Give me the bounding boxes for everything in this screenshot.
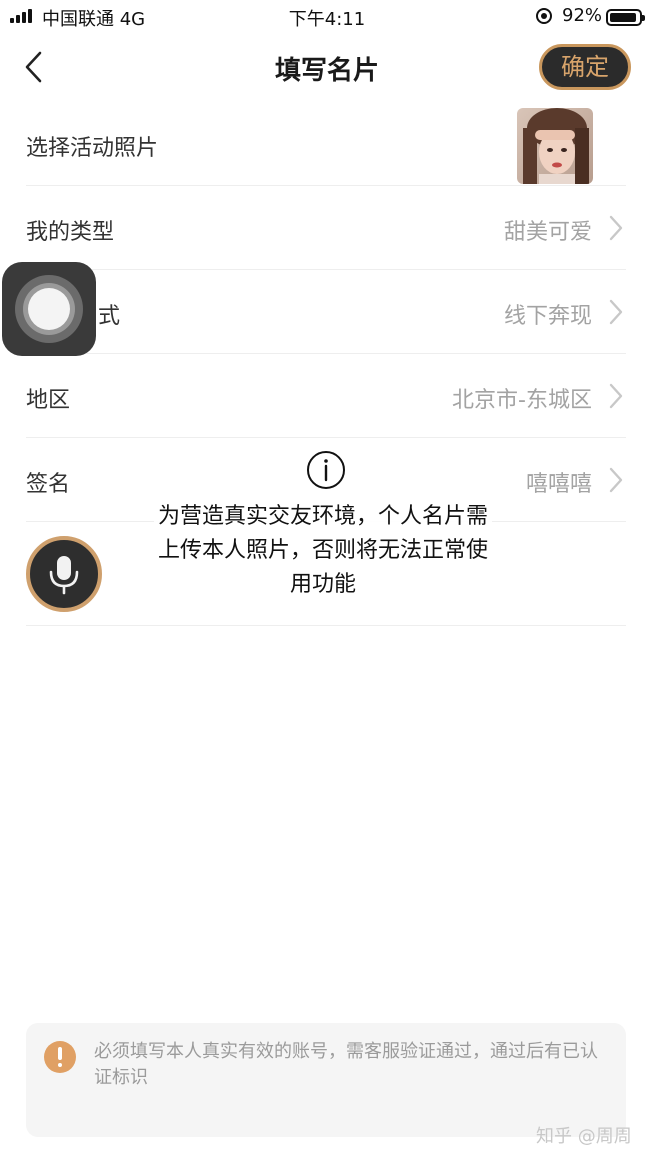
row-meet-method[interactable]: 式 线下奔现 xyxy=(26,270,626,354)
row-value-type: 甜美可爱 xyxy=(503,220,592,245)
status-bar: 中国联通 4G 下午4:11 92% xyxy=(0,0,654,34)
row-label-photo: 选择活动照片 xyxy=(26,136,159,161)
row-label-type: 我的类型 xyxy=(26,220,115,245)
row-my-type[interactable]: 我的类型 甜美可爱 xyxy=(26,186,626,270)
chevron-right-icon xyxy=(609,299,623,325)
confirm-button[interactable]: 确定 xyxy=(539,44,631,90)
chevron-right-icon xyxy=(609,467,623,493)
portrait-image xyxy=(517,108,593,184)
row-label-method: 式 xyxy=(98,304,121,329)
toast-text: 为营造真实交友环境，个人名片需上传本人照片，否则将无法正常使用功能 xyxy=(157,504,488,597)
warning-icon xyxy=(44,1041,76,1073)
row-label-region: 地区 xyxy=(26,388,71,413)
row-label-signature: 签名 xyxy=(26,472,71,497)
status-time: 下午4:11 xyxy=(288,9,366,30)
row-value-region: 北京市-东城区 xyxy=(452,388,592,413)
chevron-left-icon xyxy=(25,51,42,83)
microphone-icon xyxy=(49,556,79,595)
row-region[interactable]: 地区 北京市-东城区 xyxy=(26,354,626,438)
toast-message: 为营造真实交友环境，个人名片需上传本人照片，否则将无法正常使用功能 xyxy=(154,438,492,610)
row-value-signature: 嘻嘻嘻 xyxy=(525,472,592,497)
assistive-touch-icon xyxy=(15,275,83,343)
row-value-method: 线下奔现 xyxy=(503,304,592,329)
battery-fill xyxy=(610,13,636,22)
row-activity-photo[interactable]: 选择活动照片 xyxy=(26,102,626,186)
battery-icon xyxy=(606,9,645,26)
notice-text: 必须填写本人真实有效的账号，需客服验证通过，通过后有已认证标识 xyxy=(94,1041,598,1088)
verification-notice: 必须填写本人真实有效的账号，需客服验证通过，通过后有已认证标识 xyxy=(26,1023,626,1137)
back-button[interactable] xyxy=(20,50,50,84)
chevron-right-icon xyxy=(609,383,623,409)
nav-bar: 填写名片 确定 xyxy=(0,34,654,100)
activity-photo-thumbnail[interactable] xyxy=(517,108,593,184)
watermark: 知乎 @周周 xyxy=(536,1126,632,1147)
voice-record-button[interactable] xyxy=(26,536,102,612)
battery-percent: 92% xyxy=(562,5,603,26)
assistive-touch-button[interactable] xyxy=(2,262,96,356)
chevron-right-icon xyxy=(609,215,623,241)
info-icon xyxy=(307,451,345,489)
rotation-lock-icon xyxy=(536,8,552,24)
